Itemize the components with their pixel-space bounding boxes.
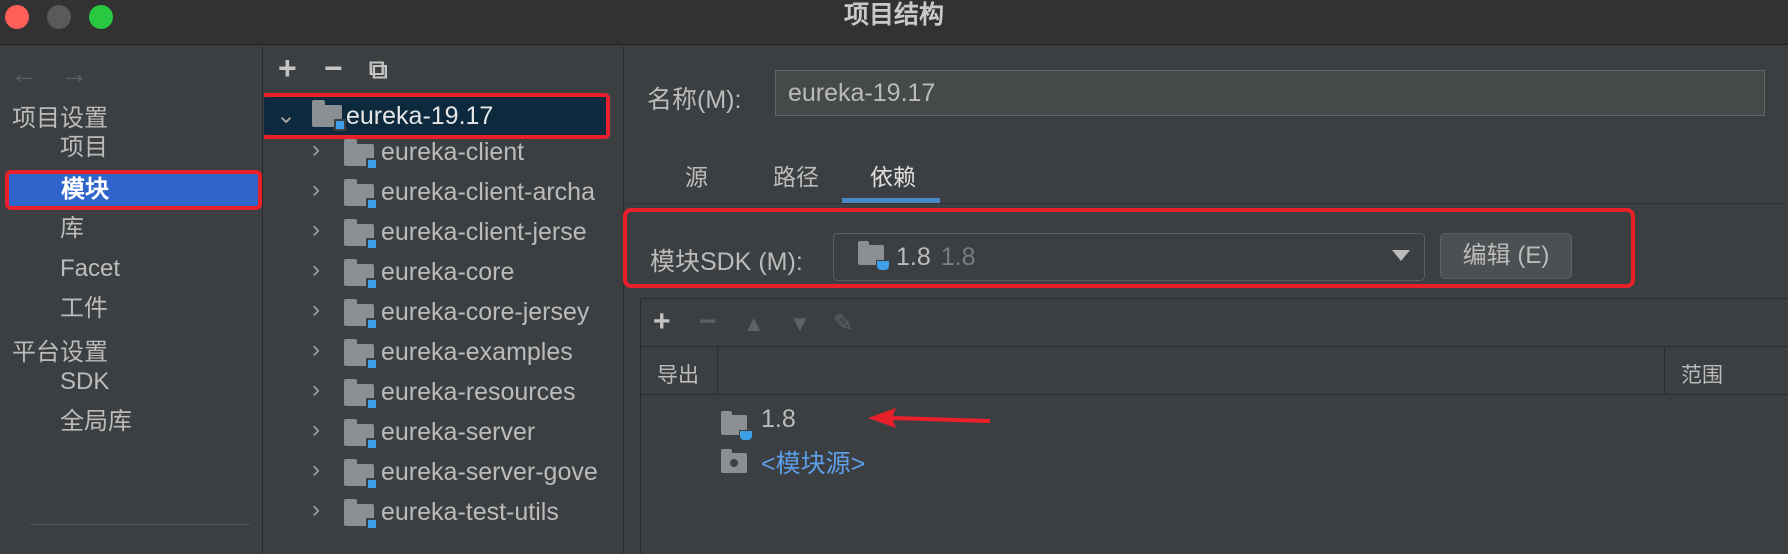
nav-arrows: ← → [10, 58, 110, 90]
tree-row-label: eureka-client-jerse [381, 218, 587, 246]
add-icon[interactable]: + [278, 50, 297, 87]
add-dependency-icon[interactable]: + [653, 305, 671, 339]
scope-column-header[interactable]: 范围 [1681, 359, 1723, 389]
tree-row-label: eureka-test-utils [381, 498, 559, 526]
dependencies-toolbar: + − ▲ ▼ ✎ [641, 299, 1788, 347]
chevron-right-icon[interactable]: › [312, 496, 320, 524]
tree-row[interactable]: › eureka-core [264, 256, 623, 296]
sidebar-item-libraries[interactable]: 库 [0, 209, 263, 249]
tree-row[interactable]: › eureka-client-jerse [264, 216, 623, 256]
chevron-right-icon[interactable]: › [312, 256, 320, 284]
dependencies-table: + − ▲ ▼ ✎ 导出 范围 1.8 <模块源> [640, 298, 1788, 554]
module-folder-icon [344, 259, 378, 290]
module-sdk-label: 模块SDK (M): [650, 248, 803, 276]
module-folder-icon [344, 419, 378, 450]
module-folder-icon [344, 299, 378, 330]
tab-sources[interactable]: 源 [685, 158, 708, 192]
back-arrow-icon[interactable]: ← [10, 58, 50, 90]
chevron-right-icon[interactable]: › [312, 216, 320, 244]
chevron-right-icon[interactable]: › [312, 456, 320, 484]
edit-pencil-icon[interactable]: ✎ [833, 309, 853, 338]
tree-row-label: eureka-core [381, 258, 515, 286]
sidebar-divider [30, 524, 250, 525]
module-folder-icon [344, 499, 378, 530]
export-column-header[interactable]: 导出 [657, 359, 699, 389]
module-sdk-select[interactable]: 1.8 1.8 [833, 233, 1425, 281]
module-tree-panel: + − ⧉ ⌄ eureka-19.17 › eureka-client › e… [264, 46, 624, 554]
sidebar-item-modules[interactable]: 模块 [5, 170, 262, 210]
tree-row-label: eureka-resources [381, 378, 576, 406]
module-details-panel: 名称(M): eureka-19.17 源 路径 依赖 模块SDK (M): 1… [623, 46, 1788, 554]
module-folder-icon [344, 339, 378, 370]
sdk-version-ghost: 1.8 [940, 243, 976, 271]
jdk-icon [858, 241, 890, 271]
sidebar-item-problems[interactable]: 问题 [60, 546, 108, 554]
jdk-icon [721, 411, 753, 441]
tab-divider [625, 203, 1788, 204]
tree-row-label: eureka-client-archa [381, 178, 595, 206]
name-label: 名称(M): [647, 86, 742, 114]
title-bar: 项目结构 [0, 0, 1788, 45]
tree-row[interactable]: › eureka-server-gove [264, 456, 623, 496]
chevron-right-icon[interactable]: › [312, 296, 320, 324]
copy-icon[interactable]: ⧉ [369, 54, 388, 86]
tree-row-label: eureka-server [381, 418, 536, 446]
sdk-value: 1.8 [896, 243, 931, 271]
chevron-down-icon[interactable]: ⌄ [276, 101, 296, 130]
chevron-right-icon[interactable]: › [312, 136, 320, 164]
chevron-right-icon[interactable]: › [312, 336, 320, 364]
chevron-right-icon[interactable]: › [312, 376, 320, 404]
tree-row-label: eureka-examples [381, 338, 573, 366]
dropdown-arrow-icon[interactable] [1392, 250, 1410, 261]
move-up-icon[interactable]: ▲ [743, 311, 765, 337]
sidebar-item-global-libraries[interactable]: 全局库 [0, 402, 263, 442]
module-folder-icon [344, 379, 378, 410]
tree-root-row[interactable]: ⌄ eureka-19.17 [264, 93, 610, 139]
tree-row[interactable]: › eureka-client [264, 136, 623, 176]
tab-paths[interactable]: 路径 [773, 158, 819, 192]
module-source-icon [721, 449, 747, 473]
chevron-right-icon[interactable]: › [312, 416, 320, 444]
dependency-row-jdk[interactable]: 1.8 [761, 405, 796, 434]
annotation-arrow-icon [868, 408, 990, 428]
tree-row[interactable]: › eureka-examples [264, 336, 623, 376]
window-title: 项目结构 [843, 1, 944, 29]
sidebar-item-project[interactable]: 项目 [0, 128, 263, 168]
module-folder-icon [344, 139, 378, 170]
tree-row[interactable]: › eureka-test-utils [264, 496, 623, 536]
tab-dependencies[interactable]: 依赖 [870, 158, 916, 192]
module-folder-icon [344, 179, 378, 210]
tree-row-label: eureka-client [381, 138, 525, 166]
edit-sdk-button[interactable]: 编辑 (E) [1440, 233, 1572, 279]
sidebar-item-artifacts[interactable]: 工件 [0, 289, 263, 329]
tree-row[interactable]: › eureka-server [264, 416, 623, 456]
module-folder-icon [344, 219, 378, 250]
tree-row[interactable]: › eureka-client-archa [264, 176, 623, 216]
tree-root-label: eureka-19.17 [346, 102, 494, 130]
sidebar-item-sdk[interactable]: SDK [0, 362, 263, 402]
tree-row-label: eureka-server-gove [381, 458, 598, 486]
tree-row-label: eureka-core-jersey [381, 298, 590, 326]
module-name-input[interactable]: eureka-19.17 [775, 70, 1765, 116]
dependency-row-module-source[interactable]: <模块源> [761, 444, 865, 480]
chevron-right-icon[interactable]: › [312, 176, 320, 204]
dependencies-header: 导出 范围 [641, 347, 1788, 395]
tree-row[interactable]: › eureka-resources [264, 376, 623, 416]
sidebar-item-facet[interactable]: Facet [0, 249, 263, 289]
tree-row[interactable]: › eureka-core-jersey [264, 296, 623, 336]
module-folder-icon [344, 459, 378, 490]
column-separator [1664, 347, 1665, 395]
move-down-icon[interactable]: ▼ [789, 311, 811, 337]
tree-toolbar: + − ⧉ [264, 46, 623, 92]
module-folder-icon [312, 100, 346, 131]
settings-sidebar: ←→ 项目设置 项目 模块 库 Facet 工件 平台设置 SDK 全局库 问题 [0, 46, 263, 554]
remove-icon[interactable]: − [324, 50, 343, 87]
remove-dependency-icon[interactable]: − [699, 305, 717, 339]
column-separator [717, 347, 718, 395]
forward-arrow-icon[interactable]: → [60, 58, 100, 90]
